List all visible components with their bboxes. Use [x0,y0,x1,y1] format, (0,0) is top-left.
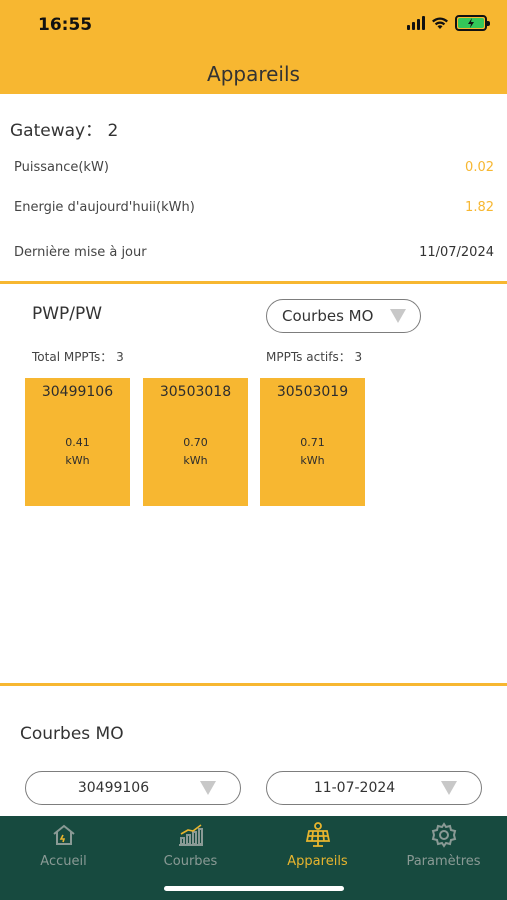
last-update-label: Dernière mise à jour [14,245,147,260]
tab-courbes[interactable]: Courbes [127,822,254,869]
power-label: Puissance(kW) [14,160,109,175]
mppt-energy: 0.70 [183,436,208,449]
energy-value: 1.82 [465,200,494,215]
dropdown-label: Courbes MO [282,307,374,325]
energy-row: Energie d'aujourd'huii(kWh) 1.82 [14,200,494,215]
device-select-value: 30499106 [77,780,150,796]
tab-label: Appareils [287,854,348,869]
tab-appareils[interactable]: Appareils [254,822,381,869]
header-bar: 16:55 Appareils [0,0,507,94]
total-mppts: Total MPPTs： 3 [32,350,124,364]
home-indicator [164,886,344,891]
energy-label: Energie d'aujourd'huii(kWh) [14,200,195,215]
tab-label: Accueil [40,854,87,869]
section-divider [0,683,507,686]
page-title: Appareils [207,62,300,86]
date-select-value: 11-07-2024 [313,780,396,796]
mppt-id: 30503019 [276,384,349,400]
courbes-title: Courbes MO [20,724,124,744]
mppt-unit: kWh [300,454,325,467]
date-select[interactable]: 11-07-2024 [266,771,482,805]
chart-icon [127,822,254,848]
mppt-unit: kWh [183,454,208,467]
battery-icon [455,15,490,31]
power-value: 0.02 [465,160,494,175]
tab-accueil[interactable]: Accueil [0,822,127,869]
status-time: 16:55 [38,15,93,35]
wifi-icon [431,16,449,30]
battery-charging-icon [458,18,484,28]
mppt-id: 30503018 [159,384,232,400]
active-mppts: MPPTs actifs： 3 [266,350,363,364]
tab-parametres[interactable]: Paramètres [380,822,507,869]
mppt-card[interactable]: 30499106 0.41 kWh [25,378,130,506]
mppt-energy: 0.71 [300,436,325,449]
last-update-value: 11/07/2024 [419,245,494,260]
tab-label: Courbes [163,854,218,869]
gateway-title: Gateway： 2 [10,121,119,141]
mppt-card[interactable]: 30503018 0.70 kWh [143,378,248,506]
mppt-unit: kWh [65,454,90,467]
gear-icon [380,822,507,848]
courbes-mo-dropdown[interactable]: Courbes MO [266,299,421,333]
mppt-id: 30499106 [41,384,114,400]
tab-label: Paramètres [406,854,481,869]
section-divider [0,281,507,284]
mppt-card[interactable]: 30503019 0.71 kWh [260,378,365,506]
cellular-signal-icon [407,16,425,30]
pwp-title: PWP/PW [32,304,103,324]
status-icons [407,15,490,31]
power-row: Puissance(kW) 0.02 [14,160,494,175]
device-select[interactable]: 30499106 [25,771,241,805]
chevron-down-icon [390,309,406,323]
last-update-row: Dernière mise à jour 11/07/2024 [14,245,494,260]
solar-panel-icon [254,822,381,848]
home-icon [0,822,127,848]
chevron-down-icon [200,781,216,795]
mppt-energy: 0.41 [65,436,90,449]
chevron-down-icon [441,781,457,795]
